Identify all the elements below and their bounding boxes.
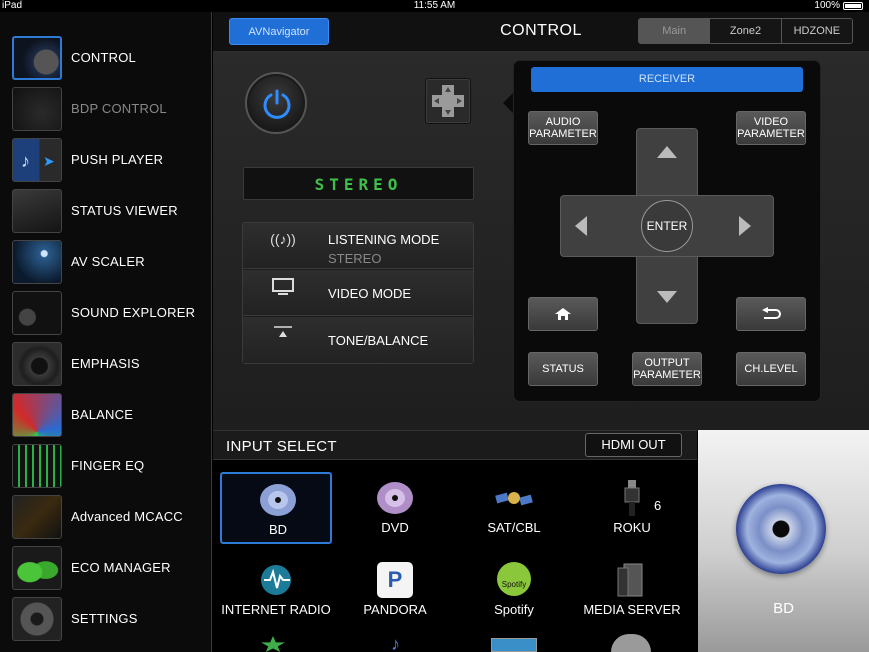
tone-icon — [265, 325, 301, 342]
globe-icon — [256, 562, 296, 598]
top-bar: AVNavigator CONTROL Main Zone2 HDZONE — [213, 12, 869, 52]
arrow-right-button[interactable] — [739, 216, 751, 236]
sidebar-item-eco-manager[interactable]: ECO MANAGER — [0, 542, 212, 593]
tab-zone2[interactable]: Zone2 — [710, 19, 782, 43]
return-button[interactable] — [736, 297, 806, 331]
music-note-icon: ((♪)) — [270, 231, 296, 247]
equalizer-icon — [12, 443, 62, 488]
speaker-icon — [12, 341, 62, 386]
input-bd[interactable]: BD — [220, 472, 332, 544]
sidebar-item-control[interactable]: CONTROL — [0, 32, 212, 83]
spotify-icon: Spotify — [497, 562, 531, 596]
monitor-icon — [491, 638, 537, 652]
input-sat-cbl[interactable]: SAT/CBL — [458, 472, 570, 544]
sidebar-item-settings[interactable]: SETTINGS — [0, 593, 212, 644]
input-roku[interactable]: 6 ROKU — [576, 472, 688, 544]
sidebar-item-status-viewer[interactable]: STATUS VIEWER — [0, 185, 212, 236]
selected-input-label: BD — [773, 600, 794, 617]
battery-icon — [843, 2, 863, 10]
disc-icon — [736, 484, 826, 574]
sidebar-item-finger-eq[interactable]: FINGER EQ — [0, 440, 212, 491]
power-icon — [263, 89, 291, 119]
listening-mode-value: STEREO — [328, 251, 382, 266]
status-button[interactable]: STATUS — [528, 352, 598, 386]
listening-mode-display: STEREO — [243, 167, 474, 200]
receiver-title: RECEIVER — [531, 67, 803, 92]
mcacc-icon — [12, 494, 62, 539]
status-viewer-icon — [12, 188, 62, 233]
receiver-popup-pointer — [503, 93, 513, 113]
input-select-header: INPUT SELECT HDMI OUT — [213, 430, 697, 460]
mode-list: ((♪)) LISTENING MODE STEREO VIDEO MODE T… — [242, 222, 474, 364]
power-button[interactable] — [245, 72, 307, 134]
monitor-icon — [265, 278, 301, 299]
disc-icon — [611, 634, 651, 652]
video-mode-label: VIDEO MODE — [328, 286, 412, 301]
arrow-down-button[interactable] — [657, 291, 677, 303]
disc-icon — [258, 482, 298, 518]
control-knob-icon — [12, 35, 62, 80]
listening-mode-button[interactable]: ((♪)) LISTENING MODE STEREO — [243, 223, 473, 269]
star-icon — [261, 636, 285, 652]
sidebar-item-push-player[interactable]: ♪ ➤ PUSH PLAYER — [0, 134, 212, 185]
input-internet-radio[interactable]: INTERNET RADIO — [220, 554, 332, 626]
sound-explorer-icon — [12, 290, 62, 335]
pandora-icon: P — [377, 562, 413, 598]
server-icon — [612, 562, 652, 598]
arrow-up-button[interactable] — [657, 146, 677, 158]
home-button[interactable] — [528, 297, 598, 331]
ch-level-button[interactable]: CH.LEVEL — [736, 352, 806, 386]
dpad-icon — [432, 85, 464, 117]
selected-input-panel: BD — [698, 430, 869, 652]
input-select-title: INPUT SELECT — [226, 438, 337, 455]
music-icon: ♪ — [391, 634, 400, 652]
gear-icon — [12, 596, 62, 641]
input-dvd[interactable]: DVD — [339, 472, 451, 544]
dpad-toggle-button[interactable] — [425, 78, 471, 124]
listening-mode-label: LISTENING MODE — [328, 232, 440, 247]
battery-percent: 100% — [814, 0, 840, 11]
input-pandora[interactable]: P PANDORA — [339, 554, 451, 626]
hdmi-out-button[interactable]: HDMI OUT — [585, 433, 682, 457]
tab-main[interactable]: Main — [639, 19, 711, 43]
bdp-control-icon — [12, 86, 62, 131]
zone-tabs: Main Zone2 HDZONE — [638, 18, 853, 44]
input-spotify[interactable]: Spotify Spotify — [458, 554, 570, 626]
disc-icon — [375, 480, 415, 516]
sidebar: CONTROL BDP CONTROL ♪ ➤ PUSH PLAYER STAT… — [0, 12, 212, 652]
sidebar-item-bdp-control[interactable]: BDP CONTROL — [0, 83, 212, 134]
sidebar-item-advanced-mcacc[interactable]: Advanced MCACC — [0, 491, 212, 542]
tone-balance-label: TONE/BALANCE — [328, 333, 429, 348]
enter-button[interactable]: ENTER — [641, 200, 693, 252]
audio-parameter-button[interactable]: AUDIO PARAMETER — [528, 111, 598, 145]
return-icon — [762, 307, 781, 319]
input-media-server[interactable]: MEDIA SERVER — [576, 554, 688, 626]
clock: 11:55 AM — [413, 0, 456, 11]
satellite-icon — [494, 480, 534, 516]
receiver-popup: RECEIVER AUDIO PARAMETER VIDEO PARAMETER E… — [513, 60, 821, 402]
tab-hdzone[interactable]: HDZONE — [781, 19, 852, 43]
video-mode-button[interactable]: VIDEO MODE — [243, 270, 473, 316]
hdmi-plug-icon — [612, 480, 652, 516]
status-bar: iPad 11:55 AM 100% — [0, 0, 869, 12]
balance-icon — [12, 392, 62, 437]
sidebar-item-emphasis[interactable]: EMPHASIS — [0, 338, 212, 389]
roku-hdmi-number: 6 — [654, 498, 662, 513]
sidebar-item-sound-explorer[interactable]: SOUND EXPLORER — [0, 287, 212, 338]
sidebar-item-av-scaler[interactable]: AV SCALER — [0, 236, 212, 287]
leaf-icon — [12, 545, 62, 590]
av-scaler-icon — [12, 239, 62, 284]
output-parameter-button[interactable]: OUTPUT PARAMETER — [632, 352, 702, 386]
arrow-left-button[interactable] — [575, 216, 587, 236]
home-icon — [555, 308, 571, 320]
tone-balance-button[interactable]: TONE/BALANCE — [243, 317, 473, 363]
push-player-icon: ♪ ➤ — [12, 137, 62, 182]
input-select-panel: INPUT SELECT HDMI OUT BD DVD SAT/CBL 6 R… — [213, 430, 697, 652]
video-parameter-button[interactable]: VIDEO PARAMETER — [736, 111, 806, 145]
sidebar-item-balance[interactable]: BALANCE — [0, 389, 212, 440]
